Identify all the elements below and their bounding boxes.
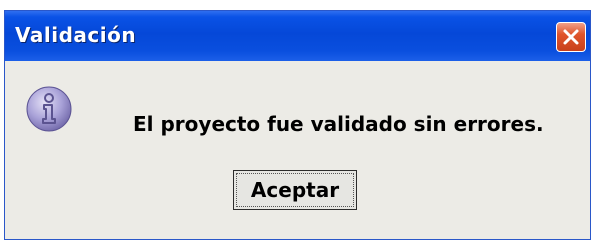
info-icon bbox=[25, 85, 73, 133]
close-button[interactable] bbox=[556, 22, 586, 52]
accept-button-label: Aceptar bbox=[236, 173, 354, 207]
dialog-title: Validación bbox=[15, 23, 137, 47]
dialog-message: El proyecto fue validado sin errores. bbox=[133, 112, 544, 136]
close-icon bbox=[563, 29, 579, 45]
accept-button[interactable]: Aceptar bbox=[233, 170, 357, 210]
title-bar[interactable]: Validación bbox=[5, 11, 590, 61]
validation-dialog: Validación El proyecto fue validado sin … bbox=[4, 10, 591, 240]
